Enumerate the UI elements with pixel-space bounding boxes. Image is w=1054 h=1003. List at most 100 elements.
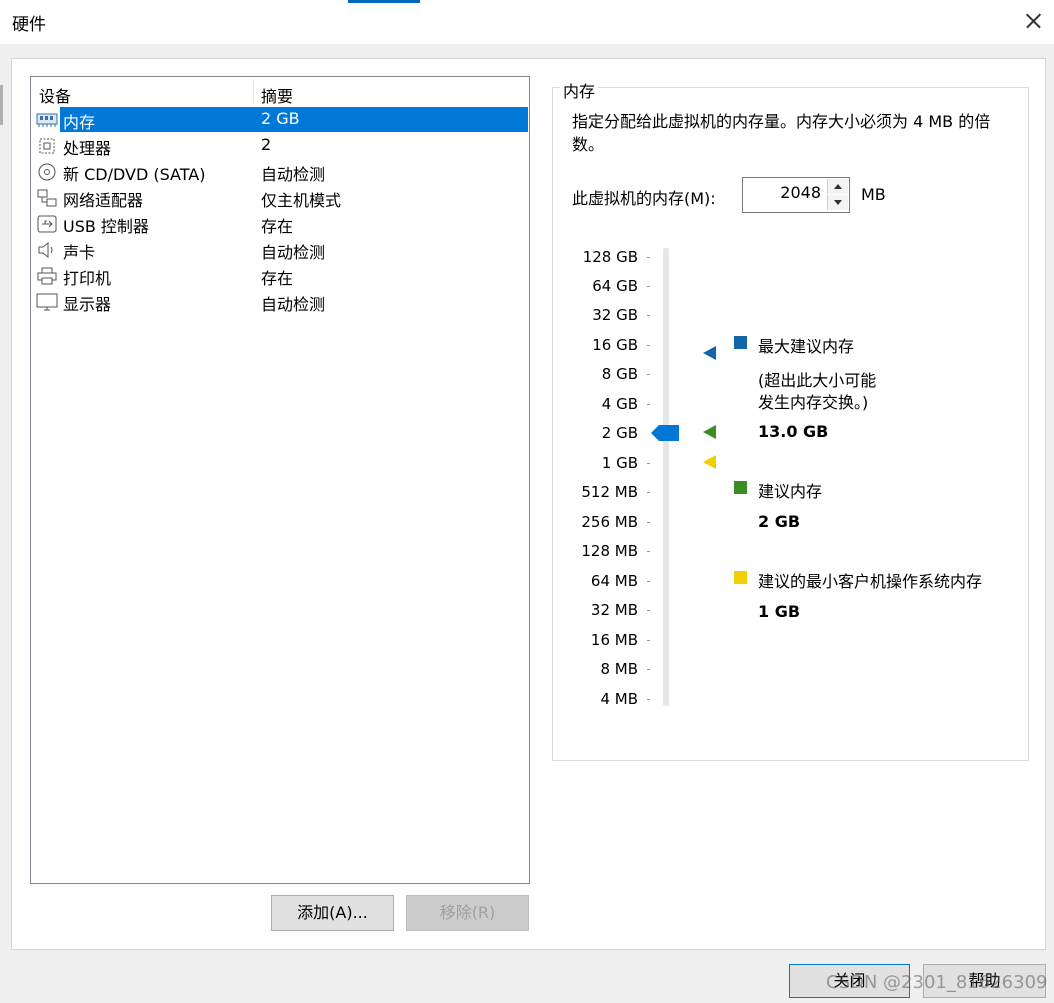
memory-unit: MB <box>861 185 886 204</box>
scale-tick <box>647 463 650 464</box>
memory-field-label: 此虚拟机的内存(M): <box>572 189 716 208</box>
scale-label: 4 GB <box>601 395 638 413</box>
scale-tick <box>647 315 650 316</box>
scale-label: 16 GB <box>592 336 638 354</box>
device-row-processor[interactable]: 处理器 2 <box>31 133 529 159</box>
device-row-usb[interactable]: USB 控制器 存在 <box>31 211 529 237</box>
device-list-header: 设备 摘要 <box>31 77 529 107</box>
cd-dvd-icon <box>38 163 56 181</box>
memory-slider-track[interactable] <box>663 248 669 706</box>
scale-label: 256 MB <box>581 513 638 531</box>
recommended-marker-icon <box>703 425 716 439</box>
device-name: 处理器 <box>63 139 112 158</box>
spin-up-icon[interactable] <box>827 179 848 194</box>
column-separator[interactable] <box>253 79 254 103</box>
remove-button[interactable]: 移除(R) <box>406 895 529 931</box>
max-legend-note: 发生内存交换。) <box>758 393 869 412</box>
scale-label: 8 MB <box>600 660 638 678</box>
scale-label: 1 GB <box>601 454 638 472</box>
device-row-printer[interactable]: 打印机 存在 <box>31 263 529 289</box>
device-name: 显示器 <box>63 295 112 314</box>
max-legend-title: 最大建议内存 <box>758 337 855 356</box>
column-summary[interactable]: 摘要 <box>261 83 293 107</box>
max-legend-swatch <box>734 336 747 349</box>
add-button[interactable]: 添加(A)... <box>271 895 394 931</box>
scale-label: 64 MB <box>590 572 638 590</box>
scale-label: 2 GB <box>601 424 638 442</box>
memory-description: 指定分配给此虚拟机的内存量。内存大小必须为 4 MB 的倍数。 <box>572 112 991 154</box>
min-legend-swatch <box>734 571 747 584</box>
device-summary: 自动检测 <box>261 243 326 262</box>
scale-label: 64 GB <box>592 277 638 295</box>
monitor-icon <box>36 293 58 311</box>
device-row-display[interactable]: 显示器 自动检测 <box>31 289 529 315</box>
device-summary: 2 GB <box>261 109 300 128</box>
device-name: 网络适配器 <box>63 191 144 210</box>
watermark-text: CSDN @2301_81626309 <box>826 972 1048 993</box>
device-summary: 存在 <box>261 217 294 236</box>
column-device[interactable]: 设备 <box>39 83 71 107</box>
device-row-network[interactable]: 网络适配器 仅主机模式 <box>31 185 529 211</box>
recommended-legend-swatch <box>734 481 747 494</box>
scale-tick <box>647 669 650 670</box>
device-summary: 仅主机模式 <box>261 191 342 210</box>
recommended-legend-value: 2 GB <box>758 512 801 531</box>
cpu-icon <box>39 138 55 154</box>
window-title: 硬件 <box>12 15 46 35</box>
usb-icon <box>37 215 57 233</box>
max-legend-note: (超出此大小可能 <box>758 371 877 390</box>
device-name: 声卡 <box>63 243 96 262</box>
memory-icon <box>36 113 58 127</box>
max-legend-value: 13.0 GB <box>758 422 829 441</box>
scale-tick <box>647 286 650 287</box>
scale-tick <box>647 551 650 552</box>
device-summary: 2 <box>261 135 272 154</box>
close-icon[interactable] <box>1018 6 1048 36</box>
scale-label: 32 GB <box>592 306 638 324</box>
scale-label: 128 MB <box>581 542 638 560</box>
min-legend-value: 1 GB <box>758 602 801 621</box>
device-summary: 存在 <box>261 269 294 288</box>
memory-slider-thumb[interactable] <box>651 425 679 441</box>
device-row-memory[interactable]: 内存 2 GB <box>31 107 529 133</box>
device-name: 新 CD/DVD (SATA) <box>63 165 206 184</box>
window-edge <box>0 85 3 125</box>
recommended-legend-title: 建议内存 <box>758 482 823 501</box>
min-recommended-marker-icon <box>703 455 716 469</box>
device-name: USB 控制器 <box>63 217 149 236</box>
scale-label: 32 MB <box>590 601 638 619</box>
scale-tick <box>647 522 650 523</box>
max-recommended-marker-icon <box>703 346 716 360</box>
memory-group-title: 内存 <box>560 78 599 102</box>
scale-label: 512 MB <box>581 483 638 501</box>
device-list: 设备 摘要 内存 2 GB 处理器 2 新 CD/DVD (SATA) 自动检测 <box>30 76 530 884</box>
scale-tick <box>647 257 650 258</box>
device-summary: 自动检测 <box>261 165 326 184</box>
scale-tick <box>647 610 650 611</box>
title-accent <box>348 0 420 3</box>
scale-tick <box>647 699 650 700</box>
device-name: 打印机 <box>63 269 112 288</box>
spin-down-icon[interactable] <box>827 195 848 210</box>
scale-label: 8 GB <box>601 365 638 383</box>
scale-label: 128 GB <box>582 248 638 266</box>
memory-input[interactable]: 2048 <box>780 183 821 202</box>
min-legend-title: 建议的最小客户机操作系统内存 <box>758 572 983 591</box>
scale-tick <box>647 492 650 493</box>
scale-tick <box>647 345 650 346</box>
scale-tick <box>647 404 650 405</box>
memory-spinbox[interactable]: 2048 <box>742 177 850 213</box>
device-name: 内存 <box>63 113 96 132</box>
device-row-sound[interactable]: 声卡 自动检测 <box>31 237 529 263</box>
scale-tick <box>647 581 650 582</box>
scale-label: 16 MB <box>590 631 638 649</box>
scale-label: 4 MB <box>600 690 638 708</box>
scale-tick <box>647 374 650 375</box>
printer-icon <box>37 267 57 285</box>
device-row-cd-dvd[interactable]: 新 CD/DVD (SATA) 自动检测 <box>31 159 529 185</box>
title-bar: 硬件 <box>0 0 1054 44</box>
device-summary: 自动检测 <box>261 295 326 314</box>
network-icon <box>37 189 57 207</box>
scale-tick <box>647 640 650 641</box>
speaker-icon <box>38 241 53 259</box>
